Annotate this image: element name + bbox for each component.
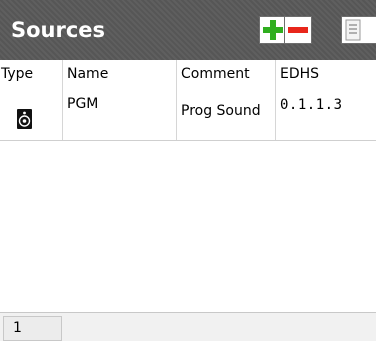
plus-icon — [263, 20, 283, 40]
minus-icon — [288, 27, 308, 33]
cell-edhs: 0.1.1.3 — [280, 97, 343, 113]
add-source-button[interactable] — [259, 16, 287, 44]
list-icon — [345, 19, 361, 41]
row-divider — [0, 140, 376, 141]
list-view-button[interactable] — [341, 16, 376, 44]
panel-footer: 1 — [0, 312, 376, 341]
column-divider — [62, 60, 63, 140]
column-header-type[interactable]: Type — [1, 60, 33, 88]
sources-panel: Sources Type Name Comment EDHS PGM Prog … — [0, 0, 376, 341]
page-number[interactable]: 1 — [3, 316, 62, 341]
panel-header: Sources — [0, 0, 376, 60]
cell-name: PGM — [67, 96, 99, 112]
column-divider — [275, 60, 276, 140]
panel-title: Sources — [11, 18, 106, 42]
cell-comment: Prog Sound — [181, 103, 261, 119]
column-divider — [176, 60, 177, 140]
remove-source-button[interactable] — [284, 16, 312, 44]
column-header-edhs[interactable]: EDHS — [280, 60, 319, 88]
speaker-icon — [16, 108, 33, 134]
column-header-name[interactable]: Name — [67, 60, 108, 88]
column-header-comment[interactable]: Comment — [181, 60, 250, 88]
table-header: Type Name Comment EDHS — [0, 60, 376, 88]
